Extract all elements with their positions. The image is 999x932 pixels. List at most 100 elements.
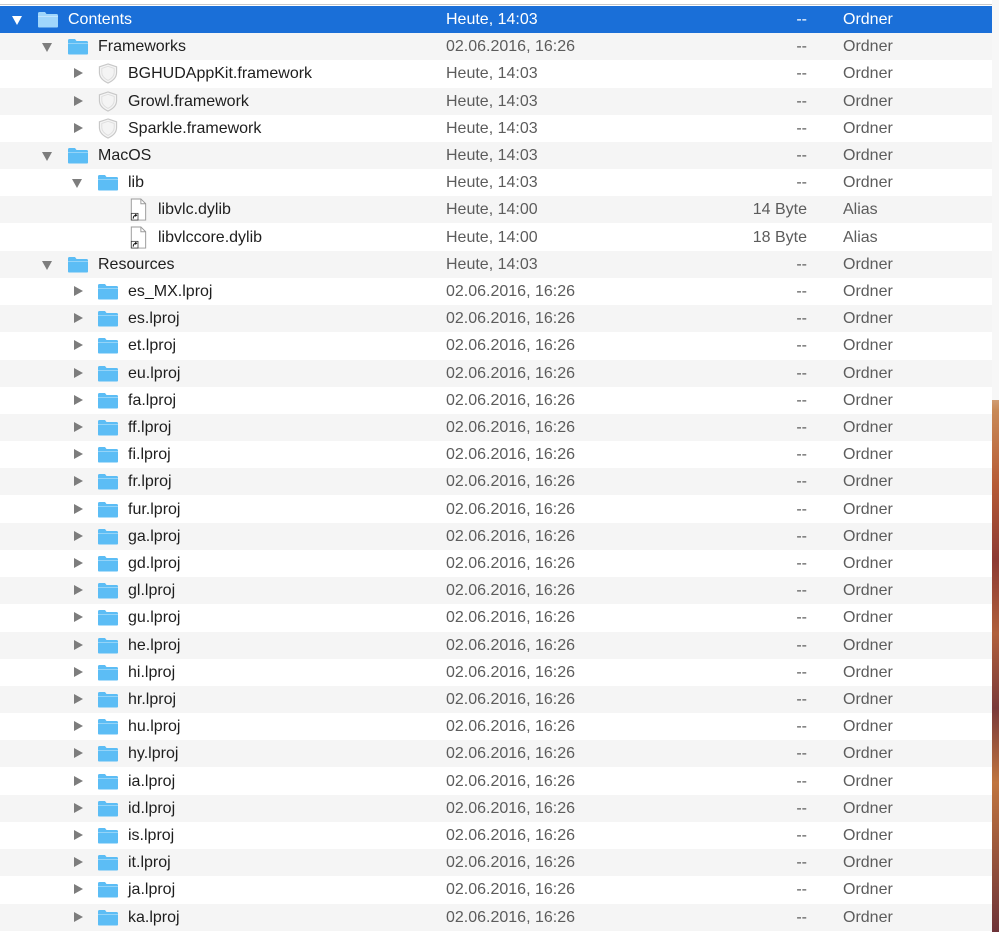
file-kind: Alias — [843, 201, 878, 218]
disclosure-triangle-collapsed-icon[interactable] — [74, 884, 83, 894]
file-row[interactable]: ga.lproj 02.06.2016, 16:26 -- Ordner — [0, 523, 992, 550]
disclosure-triangle-collapsed-icon[interactable] — [74, 68, 83, 78]
disclosure-triangle-collapsed-icon[interactable] — [74, 830, 83, 840]
file-name: eu.lproj — [128, 365, 181, 382]
file-size: -- — [796, 555, 807, 572]
disclosure-triangle-collapsed-icon[interactable] — [74, 857, 83, 867]
file-row[interactable]: hr.lproj 02.06.2016, 16:26 -- Ordner — [0, 686, 992, 713]
disclosure-triangle-expanded-icon[interactable] — [42, 43, 52, 52]
disclosure-triangle-expanded-icon[interactable] — [42, 261, 52, 270]
disclosure-triangle-collapsed-icon[interactable] — [74, 340, 83, 350]
file-date-modified: 02.06.2016, 16:26 — [446, 691, 576, 708]
file-row[interactable]: fr.lproj 02.06.2016, 16:26 -- Ordner — [0, 468, 992, 495]
file-row[interactable]: gd.lproj 02.06.2016, 16:26 -- Ordner — [0, 550, 992, 577]
file-row[interactable]: gl.lproj 02.06.2016, 16:26 -- Ordner — [0, 577, 992, 604]
file-size: -- — [796, 446, 807, 463]
disclosure-triangle-collapsed-icon[interactable] — [74, 912, 83, 922]
disclosure-triangle-collapsed-icon[interactable] — [74, 123, 83, 133]
file-row[interactable]: ff.lproj 02.06.2016, 16:26 -- Ordner — [0, 414, 992, 441]
file-row[interactable]: eu.lproj 02.06.2016, 16:26 -- Ordner — [0, 360, 992, 387]
file-row[interactable]: es.lproj 02.06.2016, 16:26 -- Ordner — [0, 305, 992, 332]
file-row[interactable]: hu.lproj 02.06.2016, 16:26 -- Ordner — [0, 713, 992, 740]
disclosure-triangle-collapsed-icon[interactable] — [74, 313, 83, 323]
file-name: ka.lproj — [128, 909, 180, 926]
disclosure-triangle-expanded-icon[interactable] — [12, 16, 22, 25]
file-row[interactable]: gu.lproj 02.06.2016, 16:26 -- Ordner — [0, 604, 992, 631]
file-kind: Ordner — [843, 501, 893, 518]
disclosure-triangle-collapsed-icon[interactable] — [74, 748, 83, 758]
file-size: 18 Byte — [752, 229, 807, 246]
folder-icon — [98, 447, 118, 463]
file-size: -- — [796, 419, 807, 436]
file-row[interactable]: fi.lproj 02.06.2016, 16:26 -- Ordner — [0, 441, 992, 468]
disclosure-triangle-collapsed-icon[interactable] — [74, 612, 83, 622]
file-kind: Ordner — [843, 365, 893, 382]
file-row[interactable]: hi.lproj 02.06.2016, 16:26 -- Ordner — [0, 659, 992, 686]
disclosure-triangle-collapsed-icon[interactable] — [74, 558, 83, 568]
file-date-modified: Heute, 14:03 — [446, 174, 538, 191]
folder-icon — [98, 529, 118, 545]
file-kind: Ordner — [843, 773, 893, 790]
disclosure-triangle-collapsed-icon[interactable] — [74, 476, 83, 486]
file-row[interactable]: Sparkle.framework Heute, 14:03 -- Ordner — [0, 115, 992, 142]
disclosure-triangle-collapsed-icon[interactable] — [74, 585, 83, 595]
disclosure-triangle-collapsed-icon[interactable] — [74, 449, 83, 459]
file-row[interactable]: ia.lproj 02.06.2016, 16:26 -- Ordner — [0, 768, 992, 795]
file-kind: Ordner — [843, 174, 893, 191]
file-row[interactable]: libvlc.dylib Heute, 14:00 14 Byte Alias — [0, 196, 992, 223]
disclosure-triangle-collapsed-icon[interactable] — [74, 721, 83, 731]
file-kind: Ordner — [843, 392, 893, 409]
file-row[interactable]: es_MX.lproj 02.06.2016, 16:26 -- Ordner — [0, 278, 992, 305]
file-row[interactable]: Resources Heute, 14:03 -- Ordner — [0, 251, 992, 278]
folder-icon — [68, 148, 88, 164]
disclosure-triangle-collapsed-icon[interactable] — [74, 504, 83, 514]
file-row[interactable]: libvlccore.dylib Heute, 14:00 18 Byte Alias — [0, 224, 992, 251]
disclosure-triangle-collapsed-icon[interactable] — [74, 803, 83, 813]
finder-list-view[interactable]: Contents Heute, 14:03 -- Ordner Frameworks 02… — [0, 6, 992, 932]
file-kind: Ordner — [843, 310, 893, 327]
file-kind: Ordner — [843, 582, 893, 599]
file-row[interactable]: id.lproj 02.06.2016, 16:26 -- Ordner — [0, 795, 992, 822]
file-name: libvlc.dylib — [158, 201, 231, 218]
disclosure-triangle-collapsed-icon[interactable] — [74, 286, 83, 296]
file-row[interactable]: hy.lproj 02.06.2016, 16:26 -- Ordner — [0, 740, 992, 767]
file-row[interactable]: he.lproj 02.06.2016, 16:26 -- Ordner — [0, 632, 992, 659]
file-row[interactable]: lib Heute, 14:03 -- Ordner — [0, 169, 992, 196]
disclosure-triangle-expanded-icon[interactable] — [72, 179, 82, 188]
file-name: ja.lproj — [128, 881, 176, 898]
file-row[interactable]: BGHUDAppKit.framework Heute, 14:03 -- Ordne… — [0, 60, 992, 87]
file-name: fi.lproj — [128, 446, 171, 463]
folder-icon — [98, 175, 118, 191]
file-row[interactable]: Growl.framework Heute, 14:03 -- Ordner — [0, 88, 992, 115]
file-size: -- — [796, 800, 807, 817]
file-size: 14 Byte — [752, 201, 807, 218]
disclosure-triangle-collapsed-icon[interactable] — [74, 531, 83, 541]
folder-icon — [98, 556, 118, 572]
disclosure-triangle-collapsed-icon[interactable] — [74, 96, 83, 106]
disclosure-triangle-collapsed-icon[interactable] — [74, 667, 83, 677]
file-name: Frameworks — [98, 38, 187, 55]
disclosure-triangle-expanded-icon[interactable] — [42, 152, 52, 161]
file-row[interactable]: MacOS Heute, 14:03 -- Ordner — [0, 142, 992, 169]
file-row[interactable]: fa.lproj 02.06.2016, 16:26 -- Ordner — [0, 387, 992, 414]
disclosure-triangle-collapsed-icon[interactable] — [74, 368, 83, 378]
file-row[interactable]: it.lproj 02.06.2016, 16:26 -- Ordner — [0, 849, 992, 876]
disclosure-triangle-collapsed-icon[interactable] — [74, 395, 83, 405]
disclosure-triangle-collapsed-icon[interactable] — [74, 694, 83, 704]
file-date-modified: 02.06.2016, 16:26 — [446, 773, 576, 790]
file-date-modified: 02.06.2016, 16:26 — [446, 528, 576, 545]
file-row[interactable]: Contents Heute, 14:03 -- Ordner — [0, 6, 992, 33]
disclosure-triangle-collapsed-icon[interactable] — [74, 640, 83, 650]
file-name: es.lproj — [128, 310, 180, 327]
file-row[interactable]: is.lproj 02.06.2016, 16:26 -- Ordner — [0, 822, 992, 849]
disclosure-triangle-collapsed-icon[interactable] — [74, 776, 83, 786]
file-row[interactable]: et.lproj 02.06.2016, 16:26 -- Ordner — [0, 332, 992, 359]
file-row[interactable]: ja.lproj 02.06.2016, 16:26 -- Ordner — [0, 876, 992, 903]
file-row[interactable]: Frameworks 02.06.2016, 16:26 -- Ordner — [0, 33, 992, 60]
file-row[interactable]: ka.lproj 02.06.2016, 16:26 -- Ordner — [0, 904, 992, 931]
file-size: -- — [796, 11, 807, 28]
disclosure-triangle-collapsed-icon[interactable] — [74, 422, 83, 432]
file-row[interactable]: fur.lproj 02.06.2016, 16:26 -- Ordner — [0, 496, 992, 523]
file-name: ia.lproj — [128, 773, 176, 790]
file-name: BGHUDAppKit.framework — [128, 65, 313, 82]
